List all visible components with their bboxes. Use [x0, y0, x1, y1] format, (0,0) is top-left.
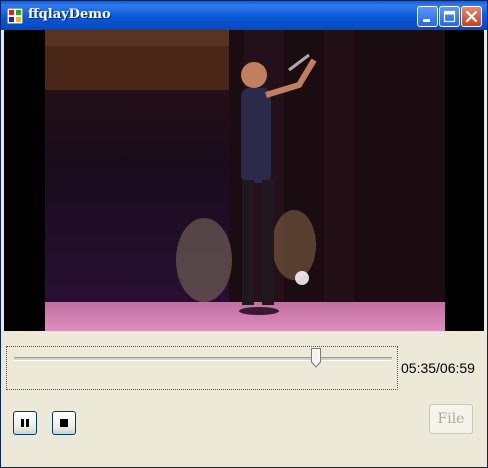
app-icon [7, 8, 23, 24]
app-window: ffqlayDemo 05:35/06:59 File [0, 0, 488, 468]
seek-panel [6, 346, 398, 390]
stop-icon [60, 419, 68, 427]
window-title: ffqlayDemo [28, 7, 111, 22]
video-display[interactable] [4, 30, 484, 331]
pause-button[interactable] [13, 411, 37, 435]
seek-track[interactable] [14, 357, 392, 361]
maximize-button[interactable] [439, 6, 460, 27]
title-bar[interactable]: ffqlayDemo [1, 1, 487, 30]
pause-icon [21, 419, 29, 427]
minimize-button[interactable] [417, 6, 438, 27]
client-area: 05:35/06:59 File [4, 30, 484, 466]
stop-button[interactable] [52, 411, 76, 435]
seek-thumb[interactable] [311, 348, 322, 368]
time-display: 05:35/06:59 [401, 360, 475, 376]
close-button[interactable] [461, 6, 482, 27]
video-frame-image [4, 30, 484, 331]
close-icon [465, 10, 478, 23]
maximize-icon [443, 10, 456, 23]
file-button[interactable]: File [429, 404, 473, 434]
minimize-icon [423, 19, 430, 22]
